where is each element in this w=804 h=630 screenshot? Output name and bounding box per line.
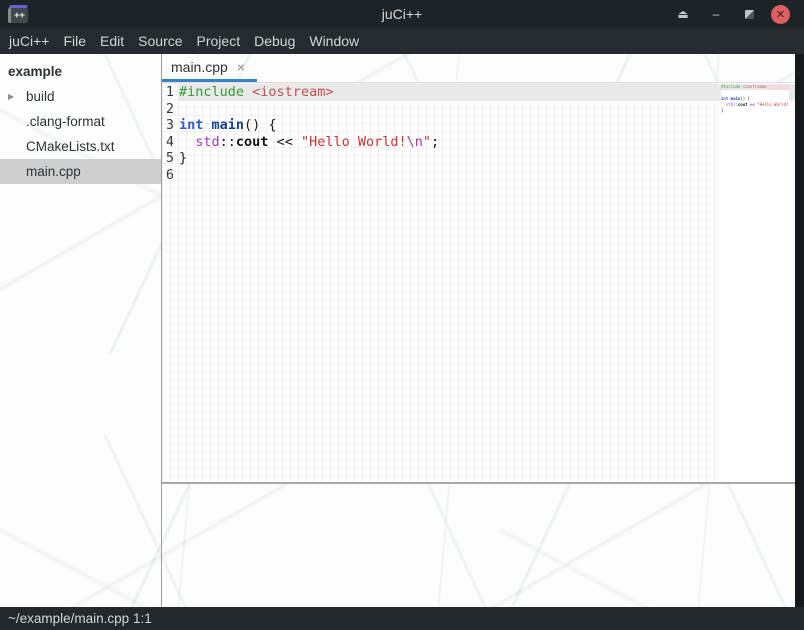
output-panel[interactable]	[162, 484, 795, 607]
code-text: #include <iostream>	[721, 84, 767, 89]
code-line-4[interactable]: 4 std::cout << "Hello World!\n";	[164, 134, 795, 151]
tree-root-example[interactable]: example	[0, 60, 161, 84]
code-text	[721, 114, 723, 119]
menu-item-debug[interactable]: Debug	[254, 30, 295, 52]
tree-items: ▶ build .clang-format CMakeLists.txt main.cp…	[0, 84, 161, 184]
expander-icon[interactable]: ▶	[8, 92, 14, 101]
minimize-icon: –	[713, 7, 720, 21]
code-text: int main() {	[179, 117, 795, 134]
code-text: #include <iostream>	[179, 84, 795, 101]
shade-button[interactable]: ⏏	[672, 3, 694, 25]
code-text: }	[721, 108, 723, 113]
tree-item-build[interactable]: ▶ build	[0, 84, 161, 109]
menu-item-edit[interactable]: Edit	[100, 30, 124, 52]
line-number: 2	[164, 101, 174, 118]
file-tree: example ▶ build .clang-format CMakeLists.tx…	[0, 54, 162, 607]
close-icon: ✕	[776, 8, 785, 21]
line-number: 5	[164, 150, 174, 167]
line-number: 6	[164, 167, 174, 184]
code-line-6	[721, 114, 789, 120]
logo-plusplus-text: ++	[14, 11, 25, 21]
restore-icon	[745, 10, 754, 19]
content-area: example ▶ build .clang-format CMakeLists.tx…	[0, 54, 804, 607]
menu-item-source[interactable]: Source	[138, 30, 182, 52]
line-number: 4	[164, 134, 174, 151]
minimize-button[interactable]: –	[705, 3, 727, 25]
eject-icon: ⏏	[677, 7, 688, 21]
minimap[interactable]: #include <iostream> int main() { std::co…	[721, 84, 789, 120]
menu-item-juci[interactable]: juCi++	[9, 30, 49, 52]
logo-body-shape: ++	[8, 8, 28, 23]
code-line-3[interactable]: 3 int main() {	[164, 117, 795, 134]
code-text: std::cout << "Hello World!\n";	[721, 102, 789, 107]
tree-item-label: .clang-format	[26, 114, 105, 129]
code-line-6[interactable]: 6	[164, 167, 795, 184]
tab-main-cpp[interactable]: main.cpp ×	[162, 54, 257, 82]
code-text: int main() {	[721, 96, 750, 101]
code-line-4: std::cout << "Hello World!\n";	[721, 102, 789, 108]
tree-item-label: CMakeLists.txt	[26, 139, 115, 154]
tree-item-clang-format[interactable]: .clang-format	[0, 109, 161, 134]
code-text	[721, 90, 723, 95]
app-window: ++ juCi++ ⏏ – ✕ juCi++ File Edit Source Proj…	[0, 0, 804, 630]
menu-item-file[interactable]: File	[63, 30, 86, 52]
menu-item-window[interactable]: Window	[309, 30, 359, 52]
right-edge-strip	[795, 54, 804, 607]
code-text: std::cout << "Hello World!\n";	[179, 134, 795, 151]
menu-item-project[interactable]: Project	[197, 30, 241, 52]
tree-item-label: main.cpp	[26, 164, 81, 179]
code-text	[179, 167, 795, 184]
tab-close-icon[interactable]: ×	[237, 60, 245, 74]
main-pane: main.cpp × 1 #include <iostream> 2 3 int ma…	[162, 54, 795, 607]
close-button[interactable]: ✕	[771, 5, 790, 24]
window-controls: ⏏ – ✕	[672, 0, 790, 28]
code-editor[interactable]: 1#include <iostream>2 3int main() {4 std…	[162, 83, 795, 482]
code-line-2[interactable]: 2	[164, 101, 795, 118]
menu-bar: juCi++ File Edit Source Project Debug Window	[0, 28, 804, 54]
code-text	[179, 101, 795, 118]
line-number: 3	[164, 117, 174, 134]
tree-item-main-cpp[interactable]: main.cpp	[0, 159, 161, 184]
code-line-5[interactable]: 5}	[164, 150, 795, 167]
tab-label: main.cpp	[171, 59, 228, 75]
tab-bar: main.cpp ×	[162, 54, 795, 83]
title-bar[interactable]: ++ juCi++ ⏏ – ✕	[0, 0, 804, 28]
status-bar: ~/example/main.cpp 1:1	[0, 607, 804, 630]
tree-item-label: build	[26, 89, 55, 104]
code-line-1[interactable]: 1 #include <iostream>	[164, 84, 795, 101]
line-number: 1	[164, 84, 174, 101]
code-text: }	[179, 150, 795, 167]
tree-item-cmakelists-txt[interactable]: CMakeLists.txt	[0, 134, 161, 159]
status-path: ~/example/main.cpp 1:1	[8, 611, 152, 626]
code-lines: 1#include <iostream>2 3int main() {4 std…	[162, 83, 795, 184]
app-logo-icon: ++	[7, 4, 31, 24]
restore-button[interactable]	[738, 3, 760, 25]
